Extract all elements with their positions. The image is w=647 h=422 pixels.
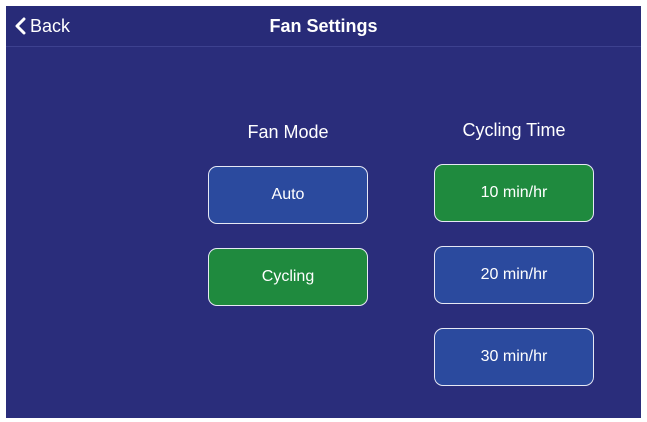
page-title: Fan Settings [269, 16, 378, 36]
cycling-30-label: 30 min/hr [480, 348, 548, 365]
header-bar: Back Fan Settings [6, 6, 641, 47]
cycling-30-button[interactable]: 30 min/hr [434, 328, 594, 386]
fan-mode-auto-label: Auto [271, 186, 305, 203]
fan-settings-screen: Back Fan Settings Fan Mode Cycling Time … [6, 6, 641, 418]
fan-mode-cycling-label: Cycling [261, 268, 315, 285]
cycling-10-button[interactable]: 10 min/hr [434, 164, 594, 222]
fan-mode-cycling-button[interactable]: Cycling [208, 248, 368, 306]
cycling-time-label: Cycling Time [462, 120, 566, 140]
cycling-20-label: 20 min/hr [480, 266, 548, 283]
fan-mode-auto-button[interactable]: Auto [208, 166, 368, 224]
cycling-20-button[interactable]: 20 min/hr [434, 246, 594, 304]
fan-mode-label: Fan Mode [247, 122, 329, 142]
cycling-10-label: 10 min/hr [480, 184, 548, 201]
